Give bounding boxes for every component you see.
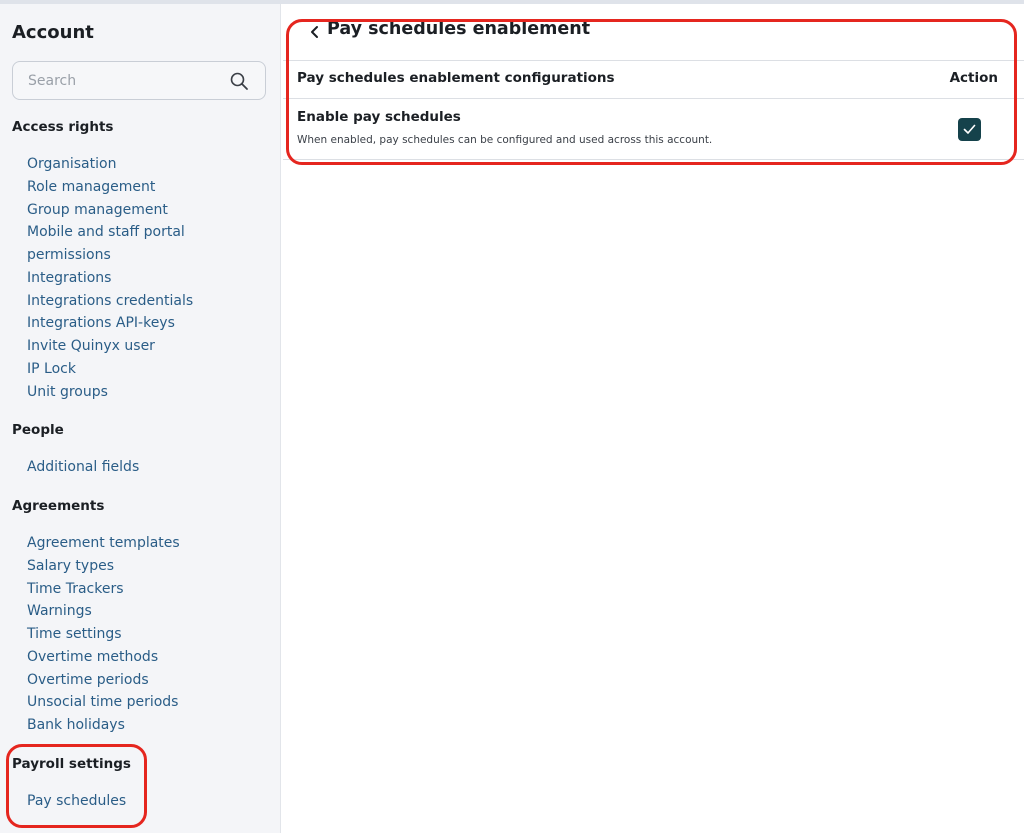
nav-item-unit-groups[interactable]: Unit groups xyxy=(27,384,108,400)
nav-item-integrations-api-keys[interactable]: Integrations API-keys xyxy=(27,315,175,331)
section-heading-agreements: Agreements xyxy=(12,498,105,514)
enable-pay-schedules-checkbox[interactable] xyxy=(958,118,981,141)
nav-item-group-management[interactable]: Group management xyxy=(27,202,168,218)
sidebar: Account Access rights Organisation Role … xyxy=(0,4,281,833)
nav-item-warnings[interactable]: Warnings xyxy=(27,603,92,619)
divider xyxy=(283,159,1024,160)
nav-item-mobile-staff-portal[interactable]: Mobile and staff portal xyxy=(27,224,185,240)
nav-item-overtime-periods[interactable]: Overtime periods xyxy=(27,672,149,688)
nav-item-ip-lock[interactable]: IP Lock xyxy=(27,361,76,377)
nav-item-time-settings[interactable]: Time settings xyxy=(27,626,122,642)
section-heading-people: People xyxy=(12,422,64,438)
nav-item-organisation[interactable]: Organisation xyxy=(27,156,116,172)
section-heading-access-rights: Access rights xyxy=(12,119,114,135)
section-heading-payroll-settings: Payroll settings xyxy=(12,756,131,772)
nav-item-overtime-methods[interactable]: Overtime methods xyxy=(27,649,158,665)
sidebar-title: Account xyxy=(12,22,94,43)
search-box xyxy=(12,61,266,100)
divider xyxy=(283,98,1024,99)
nav-item-mobile-staff-portal-permissions[interactable]: permissions xyxy=(27,247,111,263)
nav-item-additional-fields[interactable]: Additional fields xyxy=(27,459,139,475)
nav-item-invite-quinyx-user[interactable]: Invite Quinyx user xyxy=(27,338,155,354)
row-title: Enable pay schedules xyxy=(297,109,461,125)
chevron-left-icon[interactable] xyxy=(308,24,322,40)
checkmark-icon xyxy=(963,124,976,134)
nav-item-integrations-credentials[interactable]: Integrations credentials xyxy=(27,293,193,309)
search-icon[interactable] xyxy=(229,71,249,91)
nav-item-role-management[interactable]: Role management xyxy=(27,179,155,195)
nav-item-agreement-templates[interactable]: Agreement templates xyxy=(27,535,180,551)
row-description: When enabled, pay schedules can be confi… xyxy=(297,134,713,146)
search-input[interactable] xyxy=(14,63,219,98)
column-header-configurations: Pay schedules enablement configurations xyxy=(297,70,615,86)
column-header-action: Action xyxy=(949,70,998,86)
nav-item-time-trackers[interactable]: Time Trackers xyxy=(27,581,124,597)
nav-item-salary-types[interactable]: Salary types xyxy=(27,558,114,574)
divider xyxy=(283,60,1024,61)
page-title: Pay schedules enablement xyxy=(327,19,591,39)
nav-item-unsocial-time-periods[interactable]: Unsocial time periods xyxy=(27,694,178,710)
nav-item-pay-schedules[interactable]: Pay schedules xyxy=(27,793,126,809)
nav-item-bank-holidays[interactable]: Bank holidays xyxy=(27,717,125,733)
nav-item-integrations[interactable]: Integrations xyxy=(27,270,111,286)
